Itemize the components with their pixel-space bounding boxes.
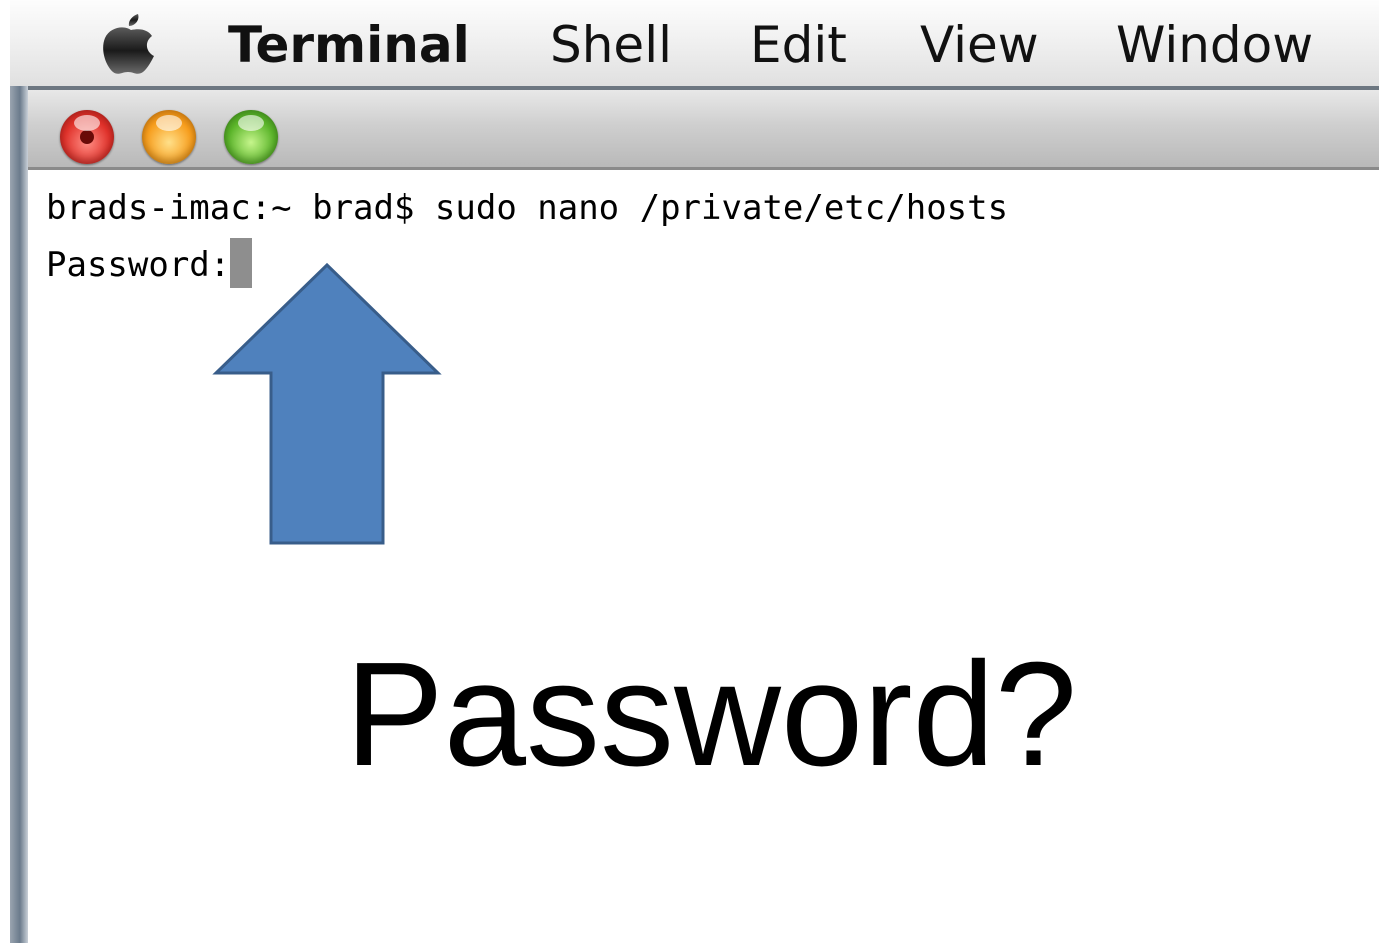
- menu-bar: Terminal Shell Edit View Window: [10, 0, 1379, 88]
- password-question-label: Password?: [345, 632, 1078, 797]
- menu-window[interactable]: Window: [1116, 14, 1313, 76]
- menu-view[interactable]: View: [920, 14, 1039, 76]
- zoom-button[interactable]: [224, 110, 278, 164]
- up-arrow-icon: [212, 262, 442, 545]
- minimize-button[interactable]: [142, 110, 196, 164]
- window-titlebar[interactable]: [28, 86, 1379, 170]
- desktop-edge: [10, 86, 28, 943]
- menu-terminal[interactable]: Terminal: [228, 14, 470, 76]
- terminal-command-line: brads-imac:~ brad$ sudo nano /private/et…: [46, 188, 1009, 228]
- menu-shell[interactable]: Shell: [550, 14, 672, 76]
- close-dot-icon: [80, 130, 94, 144]
- apple-logo-icon[interactable]: [96, 10, 166, 76]
- menu-edit[interactable]: Edit: [750, 14, 847, 76]
- close-button[interactable]: [60, 110, 114, 164]
- password-prompt: Password:: [46, 245, 231, 285]
